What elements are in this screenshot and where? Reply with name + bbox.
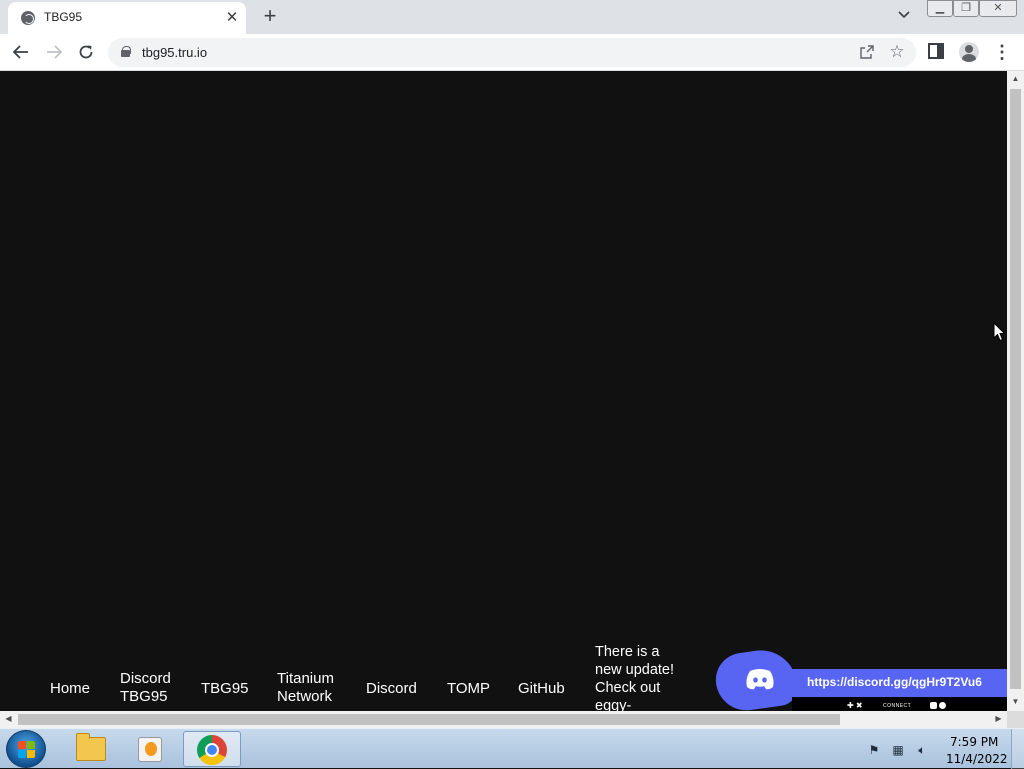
nav-link-label: Home (50, 680, 91, 697)
nav-link-label: Titanium (277, 670, 334, 687)
scroll-right-arrow-icon[interactable]: ▶ (990, 714, 1007, 723)
nav-link-label: TBG95 (201, 680, 249, 697)
globe-icon (21, 11, 35, 25)
kebab-menu-icon[interactable]: ⋮ (992, 40, 1012, 64)
star-bookmark-icon[interactable]: ☆ (886, 41, 908, 63)
scroll-up-arrow-icon[interactable]: ▲ (1007, 74, 1024, 83)
tab-close-icon[interactable]: ✕ (222, 8, 242, 28)
taskbar-chrome-button[interactable] (183, 731, 241, 767)
volume-icon[interactable]: 🔈︎ (915, 743, 929, 757)
windows-logo-icon (18, 741, 35, 758)
nav-link-tbg95[interactable]: TBG95 (201, 680, 249, 698)
update-notice-line: new update! (595, 662, 675, 678)
nav-link-label: TOMP (447, 680, 491, 697)
windows-taskbar: ⚑ ▦ 🔈︎ 7:59 PM 11/4/2022 (0, 728, 1024, 769)
action-center-icon[interactable]: ⚑ (867, 743, 881, 757)
update-notice-line: There is a (595, 644, 660, 660)
folder-icon (76, 733, 106, 761)
restore-button[interactable]: ❐ (953, 0, 979, 17)
nav-link-discord[interactable]: Discord (366, 680, 417, 698)
clock-date[interactable]: 11/4/2022 (946, 752, 1008, 766)
discord-control-icons[interactable]: ✚ ✖ (847, 701, 863, 710)
tab-strip: TBG95 ✕ + ▁ ❐ ✕ (0, 0, 1024, 34)
discord-connect-label[interactable]: CONNECT (883, 703, 911, 709)
close-window-button[interactable]: ✕ (979, 0, 1017, 17)
taskbar-media-player-button[interactable] (120, 731, 178, 767)
forward-arrow-icon[interactable] (42, 40, 66, 64)
side-panel-icon[interactable] (928, 43, 944, 59)
network-icon[interactable]: ▦ (891, 743, 905, 757)
scroll-left-arrow-icon[interactable]: ◀ (0, 714, 17, 723)
chrome-icon (197, 735, 227, 765)
lock-icon[interactable] (121, 46, 131, 57)
page-viewport: Home Discord TBG95 TBG95 Titanium Networ… (0, 71, 1007, 711)
nav-link-label: TBG95 (120, 688, 168, 705)
horizontal-scroll-thumb[interactable] (18, 714, 840, 725)
update-notice-line: Check out (595, 680, 661, 696)
media-player-icon (138, 737, 162, 762)
new-tab-button[interactable]: + (258, 4, 282, 28)
tab-title: TBG95 (44, 10, 83, 24)
clock-time[interactable]: 7:59 PM (950, 735, 998, 749)
nav-link-label: GitHub (518, 680, 565, 697)
share-icon[interactable] (856, 41, 878, 63)
update-notice-line: eggy- (595, 698, 632, 711)
discord-invite-link[interactable]: https://discord.gg/qgHr9T2Vu6 (807, 675, 982, 689)
nav-link-titanium-network[interactable]: Titanium Network (277, 670, 334, 706)
scroll-down-arrow-icon[interactable]: ▼ (1007, 697, 1024, 706)
nav-link-label: Discord (120, 670, 171, 687)
nav-link-discord-tbg95[interactable]: Discord TBG95 (120, 670, 171, 706)
nav-link-tomp[interactable]: TOMP (447, 680, 490, 698)
nav-link-label: Network (277, 688, 333, 705)
show-desktop-button[interactable] (1011, 729, 1024, 769)
address-bar[interactable]: tbg95.tru.io ☆ (108, 38, 916, 67)
mouse-cursor-icon (993, 322, 1005, 342)
horizontal-scrollbar[interactable]: ◀ ▶ (0, 711, 1007, 728)
discord-toggle-icon[interactable] (930, 702, 950, 709)
discord-invite-widget[interactable]: https://discord.gg/qgHr9T2Vu6 ✚ ✖ CONNEC… (712, 645, 1007, 711)
start-button[interactable] (6, 730, 46, 768)
profile-avatar-icon[interactable] (959, 42, 979, 62)
nav-link-home[interactable]: Home (50, 680, 90, 698)
minimize-button[interactable]: ▁ (927, 0, 953, 17)
update-notice[interactable]: There is a new update! Check out eggy- (595, 643, 695, 711)
tab-search-chevron-icon[interactable] (893, 7, 915, 27)
nav-link-label: Discord (366, 680, 417, 697)
browser-tab[interactable]: TBG95 ✕ (8, 2, 246, 34)
url-text[interactable]: tbg95.tru.io (142, 45, 207, 60)
reload-icon[interactable] (74, 40, 98, 64)
vertical-scroll-thumb[interactable] (1010, 89, 1021, 689)
taskbar-explorer-button[interactable] (60, 731, 118, 767)
back-arrow-icon[interactable] (9, 40, 33, 64)
nav-link-github[interactable]: GitHub (518, 680, 565, 698)
vertical-scrollbar[interactable]: ▲ ▼ (1007, 71, 1024, 711)
scrollbar-corner (1007, 711, 1024, 728)
discord-logo-icon (746, 669, 774, 690)
browser-toolbar: tbg95.tru.io ☆ (0, 34, 1024, 71)
